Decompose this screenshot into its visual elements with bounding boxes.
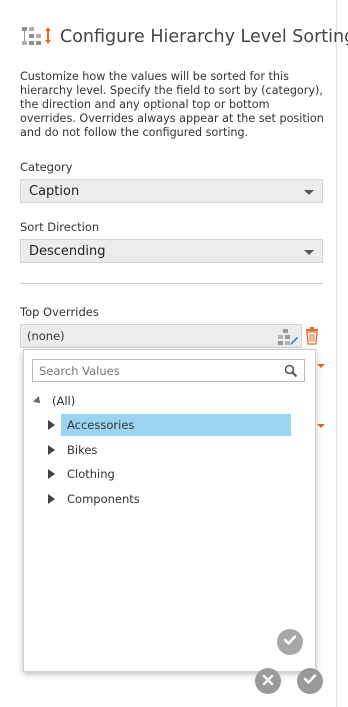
sort-direction-select[interactable]: Descending — [20, 239, 323, 263]
dialog-description: Customize how the values will be sorted … — [20, 70, 324, 139]
sorting-dialog: Configure Hierarchy Level Sorting Custom… — [0, 0, 348, 707]
cancel-button[interactable] — [255, 668, 281, 694]
dialog-title: Configure Hierarchy Level Sorting — [60, 27, 348, 47]
category-label: Category — [20, 160, 73, 174]
expand-icon[interactable] — [48, 494, 55, 504]
hierarchy-icon[interactable] — [277, 328, 299, 346]
chevron-down-icon — [317, 364, 325, 368]
ok-button[interactable] — [297, 668, 323, 694]
sort-direction-value: Descending — [29, 243, 106, 259]
tree-root-label: (All) — [52, 394, 76, 408]
chevron-down-icon — [317, 424, 325, 428]
tree-item-bikes[interactable]: Bikes — [46, 439, 97, 461]
category-select[interactable]: Caption — [20, 179, 323, 203]
collapse-icon[interactable] — [33, 396, 43, 406]
expand-icon[interactable] — [48, 420, 55, 430]
chevron-down-icon — [304, 250, 314, 255]
close-icon — [261, 672, 275, 691]
tree-item-accessories[interactable]: Accessories — [46, 414, 291, 436]
top-overrides-value: (none) — [27, 329, 65, 343]
top-overrides-label: Top Overrides — [20, 305, 99, 319]
expand-icon[interactable] — [48, 445, 55, 455]
search-values-input[interactable]: Search Values — [32, 359, 305, 382]
search-placeholder: Search Values — [39, 363, 120, 378]
tree-item-label: Accessories — [61, 414, 291, 436]
tree-item-clothing[interactable]: Clothing — [46, 463, 115, 485]
popup-confirm-button[interactable] — [277, 629, 303, 655]
dialog-header: Configure Hierarchy Level Sorting — [20, 24, 348, 50]
section-divider — [20, 283, 323, 284]
tree-item-label: Components — [67, 492, 140, 506]
values-popup: Search Values (All) Accessories Bikes Cl… — [23, 349, 316, 672]
tree-item-label: Bikes — [67, 443, 98, 457]
sort-direction-label: Sort Direction — [20, 220, 100, 234]
chevron-down-icon — [304, 190, 314, 195]
hierarchy-sort-icon — [20, 24, 56, 50]
top-overrides-field[interactable]: (none) — [20, 324, 302, 348]
search-icon[interactable] — [284, 364, 298, 378]
check-icon — [282, 632, 298, 652]
tree-item-label: Clothing — [67, 467, 115, 481]
trash-icon[interactable] — [305, 327, 319, 345]
check-icon — [302, 671, 318, 691]
tree-item-components[interactable]: Components — [46, 488, 140, 510]
category-value: Caption — [29, 183, 80, 199]
tree-root-all[interactable]: (All) — [33, 390, 76, 412]
expand-icon[interactable] — [48, 469, 55, 479]
